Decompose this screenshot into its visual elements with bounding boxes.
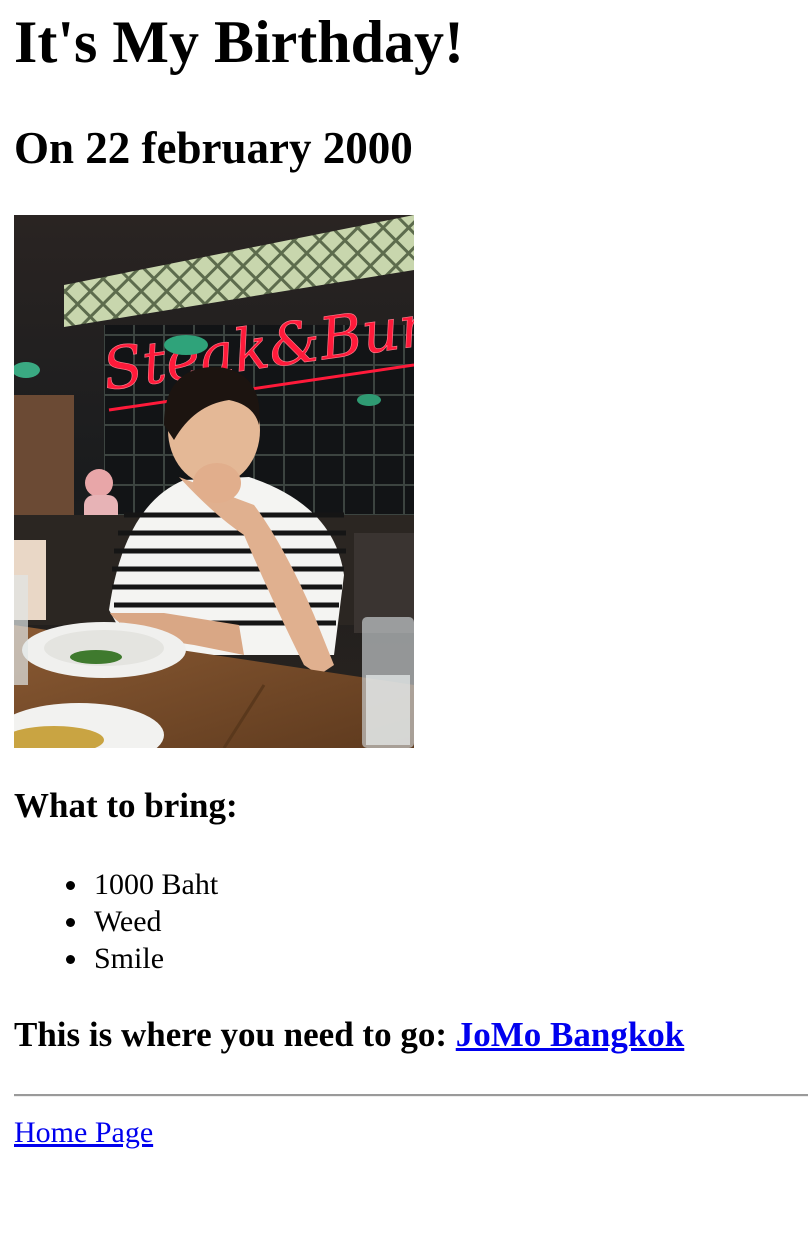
list-item: Smile	[66, 940, 218, 977]
location-link[interactable]: JoMo Bangkok	[456, 1015, 685, 1054]
list-item-label: Smile	[94, 942, 165, 975]
location-heading: This is where you need to go: JoMo Bangk…	[14, 1014, 684, 1056]
list-item-label: Weed	[94, 905, 162, 938]
page-title: It's My Birthday!	[14, 9, 464, 75]
divider	[14, 1094, 808, 1097]
bullet-icon	[66, 918, 75, 927]
bring-heading: What to bring:	[14, 786, 238, 825]
bullet-icon	[66, 881, 75, 890]
location-prefix: This is where you need to go:	[14, 1015, 447, 1054]
event-date: On 22 february 2000	[14, 123, 413, 173]
list-item: 1000 Baht	[66, 866, 219, 903]
list-item: Weed	[66, 903, 218, 940]
list-item-label: 1000 Baht	[94, 868, 219, 901]
birthday-photo: Steak&Bur	[14, 215, 414, 748]
bullet-icon	[66, 955, 75, 964]
home-page-link[interactable]: Home Page	[14, 1114, 153, 1151]
bring-list: 1000 Baht Weed Smile	[14, 866, 218, 977]
